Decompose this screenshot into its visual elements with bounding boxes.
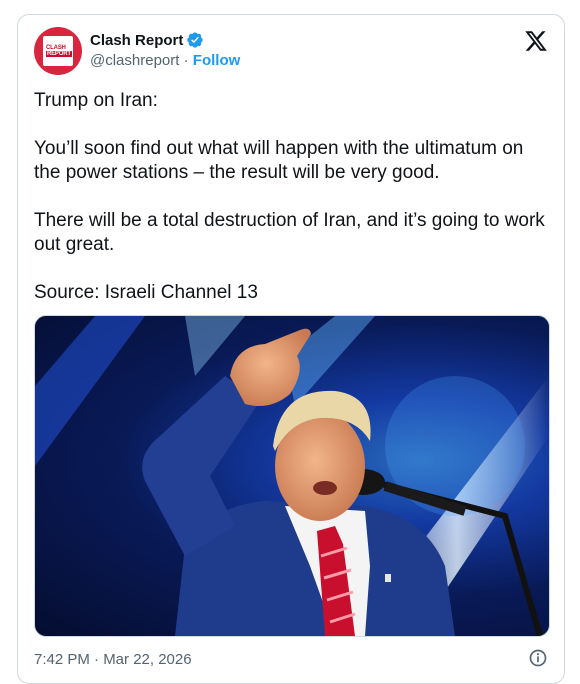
author-name[interactable]: Clash Report [90, 32, 183, 49]
tweet-text: Trump on Iran: You’ll soon find out what… [34, 89, 548, 329]
tweet-paragraph-1: Trump on Iran: [34, 90, 158, 111]
tweet-photo[interactable] [34, 315, 550, 637]
verified-badge-icon [187, 32, 204, 48]
clash-report-logo: CLASH REPORT [43, 36, 73, 66]
separator-dot: · [179, 52, 193, 69]
tweet-footer: 7:42 PM · Mar 22, 2026 [34, 647, 548, 671]
tweet-paragraph-2: You’ll soon find out what will happen wi… [34, 138, 524, 183]
author-name-row: Clash Report [90, 31, 204, 49]
tweet-card[interactable]: CLASH REPORT Clash Report @clashreport ·… [17, 14, 565, 684]
tweet-timestamp[interactable]: 7:42 PM · Mar 22, 2026 [34, 651, 192, 668]
author-handle[interactable]: @clashreport [90, 52, 179, 69]
tweet-paragraph-4: Source: Israeli Channel 13 [34, 282, 258, 303]
x-logo-icon[interactable] [524, 29, 548, 53]
follow-button[interactable]: Follow [193, 52, 241, 69]
info-icon[interactable] [528, 648, 548, 668]
tweet-paragraph-3: There will be a total destruction of Ira… [34, 210, 545, 255]
tweet-header: CLASH REPORT Clash Report @clashreport ·… [34, 27, 548, 75]
logo-text-report: REPORT [46, 51, 72, 57]
avatar[interactable]: CLASH REPORT [34, 27, 82, 75]
photo-trump-pointing [35, 316, 549, 636]
author-handle-row: @clashreport · Follow [90, 52, 240, 69]
